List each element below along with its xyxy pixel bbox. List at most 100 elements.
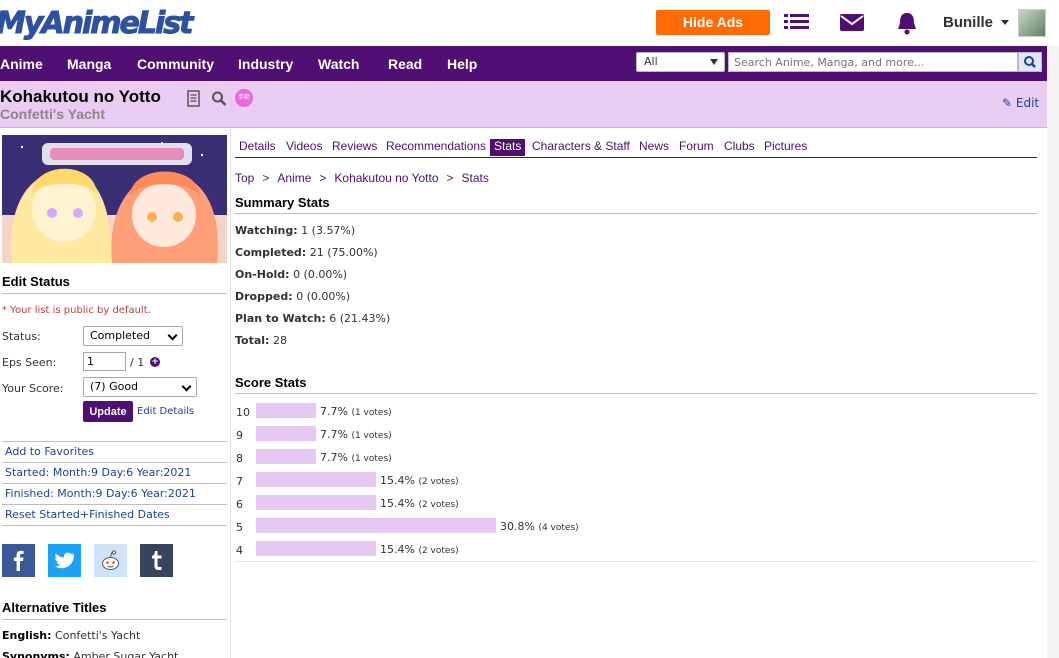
score-row: 9 7.7% (1 votes) xyxy=(235,426,735,444)
reddit-icon[interactable] xyxy=(94,544,127,577)
mail-icon[interactable] xyxy=(838,10,866,36)
top-header: MyAnimeList Hide Ads Bunille xyxy=(0,0,1059,46)
score-percent: 7.7% (1 votes) xyxy=(320,451,392,464)
stat-value: 28 xyxy=(272,334,287,347)
caret-down-icon[interactable] xyxy=(1001,20,1009,25)
anime-title-bar: Kohakutou no Yotto Confetti's Yacht 手動 ✎… xyxy=(0,81,1047,128)
alt-english-value: Confetti's Yacht xyxy=(55,629,141,642)
alt-title-synonyms: Synonyms: Amber Sugar Yacht xyxy=(2,650,178,658)
english-title: Confetti's Yacht xyxy=(0,106,105,122)
score-percent-value: 30.8% xyxy=(500,520,535,533)
reset-dates-link[interactable]: Reset Started+Finished Dates xyxy=(2,504,227,525)
cover-image[interactable] xyxy=(2,135,227,263)
breadcrumb-anime[interactable]: Anime xyxy=(277,171,311,185)
tumblr-icon[interactable] xyxy=(140,544,173,577)
finished-date-link[interactable]: Finished: Month:9 Day:6 Year:2021 xyxy=(2,483,227,504)
score-votes: (2 votes) xyxy=(418,500,459,510)
dropdown-caret-icon xyxy=(710,59,718,65)
nav-read[interactable]: Read xyxy=(388,56,422,72)
sub-badge[interactable]: 手動 xyxy=(235,89,253,107)
status-value: Completed xyxy=(90,329,150,342)
score-number: 5 xyxy=(236,521,243,534)
stat-label: On-Hold: xyxy=(235,268,290,281)
score-bar xyxy=(256,518,496,533)
edit-details-link[interactable]: Edit Details xyxy=(137,406,194,417)
score-row: 5 30.8% (4 votes) xyxy=(235,518,735,536)
breadcrumb-title[interactable]: Kohakutou no Yotto xyxy=(334,171,438,185)
score-row: 4 15.4% (2 votes) xyxy=(235,541,735,559)
score-votes: (2 votes) xyxy=(418,477,459,487)
score-percent: 15.4% (2 votes) xyxy=(380,543,459,556)
score-votes: (2 votes) xyxy=(418,546,459,556)
facebook-icon[interactable] xyxy=(2,544,35,577)
eps-total: / 1 xyxy=(130,356,145,369)
page-scrollbar[interactable] xyxy=(1047,46,1059,658)
breadcrumb-top[interactable]: Top xyxy=(235,171,254,185)
bell-icon[interactable] xyxy=(893,10,921,36)
tab-pictures[interactable]: Pictures xyxy=(760,139,811,156)
update-button[interactable]: Update xyxy=(83,401,133,422)
nav-watch[interactable]: Watch xyxy=(318,56,359,72)
stat-total: Total: 28 xyxy=(235,334,287,347)
document-icon[interactable] xyxy=(186,90,202,107)
score-votes: (1 votes) xyxy=(351,454,392,464)
alt-title-english: English: Confetti's Yacht xyxy=(2,629,140,642)
divider xyxy=(235,561,1037,562)
stat-value: 6 (21.43%) xyxy=(329,312,391,325)
nav-community[interactable]: Community xyxy=(137,56,214,72)
stat-value: 21 (75.00%) xyxy=(309,246,378,259)
list-icon[interactable] xyxy=(783,10,811,36)
stat-on-hold: On-Hold: 0 (0.00%) xyxy=(235,268,347,281)
left-sidebar: Edit Status * Your list is public by def… xyxy=(0,129,231,658)
plus-icon[interactable]: + xyxy=(150,357,160,367)
score-select[interactable]: (7) Good xyxy=(83,377,197,397)
score-stats-heading: Score Stats xyxy=(235,375,1037,394)
tab-clubs[interactable]: Clubs xyxy=(720,139,759,156)
tab-videos[interactable]: Videos xyxy=(282,139,326,156)
score-votes: (1 votes) xyxy=(351,431,392,441)
tab-forum[interactable]: Forum xyxy=(675,139,718,156)
edit-link[interactable]: ✎ Edit xyxy=(1002,96,1039,110)
stat-value: 0 (0.00%) xyxy=(293,268,348,281)
score-percent-value: 7.7% xyxy=(320,451,348,464)
score-percent: 15.4% (2 votes) xyxy=(380,474,459,487)
tab-stats[interactable]: Stats xyxy=(490,139,526,156)
stat-label: Total: xyxy=(235,334,270,347)
started-date-link[interactable]: Started: Month:9 Day:6 Year:2021 xyxy=(2,462,227,483)
nav-manga[interactable]: Manga xyxy=(67,56,111,72)
search-icon xyxy=(1024,56,1036,68)
score-bar xyxy=(256,472,376,487)
status-select[interactable]: Completed xyxy=(83,326,183,346)
twitter-icon[interactable] xyxy=(48,544,81,577)
score-percent: 7.7% (1 votes) xyxy=(320,428,392,441)
tab-characters-staff[interactable]: Characters & Staff xyxy=(528,139,634,156)
hide-ads-button[interactable]: Hide Ads xyxy=(656,10,770,35)
avatar[interactable] xyxy=(1018,9,1046,37)
magnify-icon[interactable] xyxy=(211,90,227,107)
score-votes: (4 votes) xyxy=(538,523,579,533)
tab-news[interactable]: News xyxy=(635,139,673,156)
tab-details[interactable]: Details xyxy=(235,139,280,156)
username-menu[interactable]: Bunille xyxy=(943,14,993,31)
nav-industry[interactable]: Industry xyxy=(238,56,293,72)
search-scope-select[interactable]: All xyxy=(636,52,725,72)
eps-seen-input[interactable] xyxy=(83,352,126,371)
stat-dropped: Dropped: 0 (0.00%) xyxy=(235,290,350,303)
public-note: * Your list is public by default. xyxy=(2,305,151,316)
alt-synonyms-value: Amber Sugar Yacht xyxy=(73,650,179,658)
chevron-down-icon xyxy=(167,330,178,341)
status-label: Status: xyxy=(2,330,41,343)
site-logo[interactable]: MyAnimeList xyxy=(0,6,194,42)
score-bar xyxy=(256,426,316,441)
add-to-favorites-link[interactable]: Add to Favorites xyxy=(2,441,227,462)
nav-anime[interactable]: Anime xyxy=(0,56,43,72)
search-input[interactable] xyxy=(728,52,1018,72)
tab-reviews[interactable]: Reviews xyxy=(328,139,381,156)
tab-recommendations[interactable]: Recommendations xyxy=(382,139,490,156)
eps-seen-label: Eps Seen: xyxy=(2,356,57,369)
divider xyxy=(2,525,227,526)
search-button[interactable] xyxy=(1018,52,1042,72)
score-percent-value: 15.4% xyxy=(380,497,415,510)
breadcrumb-stats[interactable]: Stats xyxy=(462,171,489,185)
nav-help[interactable]: Help xyxy=(447,56,477,72)
